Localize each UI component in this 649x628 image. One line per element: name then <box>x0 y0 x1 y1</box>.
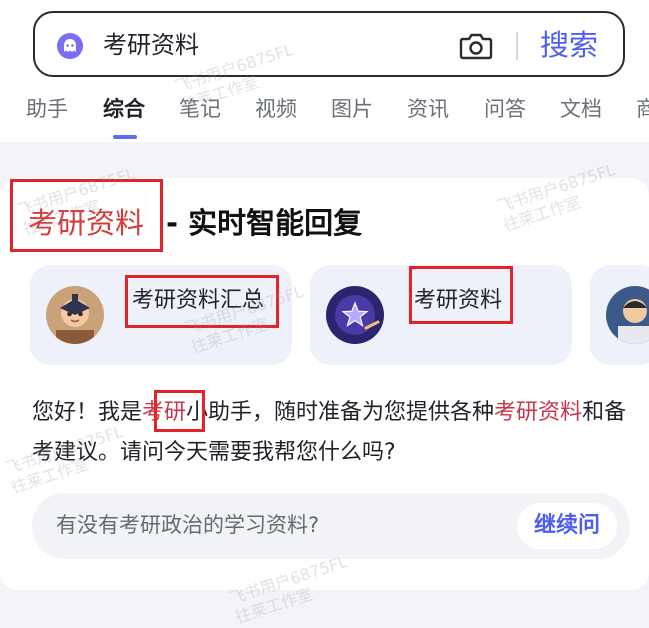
message-keyword-link[interactable]: 考研资料 <box>494 400 582 425</box>
tab-assistant[interactable]: 助手 <box>26 92 68 126</box>
search-header: 考研资料 搜索 助手 综合 笔记 视频 图片 资讯 问答 文档 商 <box>0 0 649 142</box>
tab-documents[interactable]: 文档 <box>560 92 602 126</box>
search-bar[interactable]: 考研资料 搜索 <box>33 11 625 77</box>
category-tabs: 助手 综合 笔记 视频 图片 资讯 问答 文档 商 <box>0 92 649 132</box>
assistant-logo-icon <box>57 33 83 59</box>
camera-icon[interactable] <box>459 31 493 65</box>
continue-ask-label: 继续问 <box>533 513 600 538</box>
tab-images[interactable]: 图片 <box>331 92 373 126</box>
continue-ask-button[interactable]: 继续问 <box>517 503 617 549</box>
student-avatar-icon <box>46 286 104 344</box>
message-text: 您好！我是 <box>32 400 143 425</box>
tab-comprehensive[interactable]: 综合 <box>103 92 145 126</box>
search-input[interactable]: 考研资料 <box>103 28 199 62</box>
chip-partial[interactable] <box>590 265 649 365</box>
reader-avatar-icon <box>606 286 649 344</box>
tab-shop[interactable]: 商 <box>636 92 649 126</box>
search-divider <box>516 32 518 60</box>
annotation-box-chip-2 <box>409 266 513 324</box>
tab-qa[interactable]: 问答 <box>484 92 526 126</box>
card-title: - 实时智能回复 <box>166 206 363 240</box>
tab-news[interactable]: 资讯 <box>407 92 449 126</box>
message-text: 小助手，随时准备为您提供各种 <box>186 400 495 425</box>
annotation-box-message <box>154 390 205 432</box>
star-avatar-icon <box>326 286 384 344</box>
tab-videos[interactable]: 视频 <box>255 92 297 126</box>
search-button[interactable]: 搜索 <box>540 25 598 65</box>
followup-suggestion[interactable]: 有没有考研政治的学习资料? 继续问 <box>32 493 630 559</box>
suggestion-text[interactable]: 有没有考研政治的学习资料? <box>56 510 319 540</box>
active-tab-indicator <box>113 135 137 139</box>
